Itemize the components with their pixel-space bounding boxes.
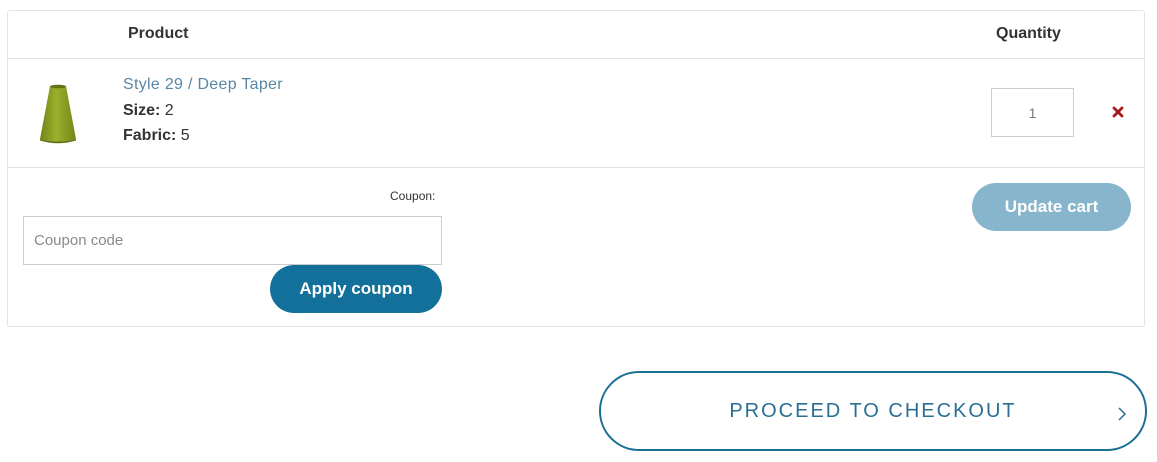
cart-actions-row: Coupon: Apply coupon Update cart <box>8 168 1144 328</box>
fabric-label: Fabric: <box>123 127 177 144</box>
coupon-code-input[interactable] <box>23 216 442 265</box>
cart-header-row: Product Quantity <box>8 11 1144 59</box>
cart-item-row: Style 29 / Deep Taper Size: 2 Fabric: 5 <box>8 59 1144 168</box>
fabric-value: 5 <box>180 127 190 144</box>
quantity-column-header: Quantity <box>996 25 1061 42</box>
chevron-right-icon <box>1118 407 1127 421</box>
apply-coupon-button[interactable]: Apply coupon <box>270 265 442 313</box>
checkout-label: PROCEED TO CHECKOUT <box>729 400 1017 422</box>
lampshade-thumbnail[interactable] <box>34 83 82 147</box>
size-label: Size: <box>123 102 161 119</box>
update-cart-button[interactable]: Update cart <box>972 183 1131 231</box>
product-column-header: Product <box>128 25 189 42</box>
quantity-input[interactable] <box>991 88 1074 137</box>
size-attribute: Size: 2 <box>123 102 174 120</box>
product-name-link[interactable]: Style 29 / Deep Taper <box>123 76 283 94</box>
coupon-label: Coupon: <box>390 189 436 203</box>
proceed-to-checkout-button[interactable]: PROCEED TO CHECKOUT <box>599 371 1147 451</box>
cart-table: Product Quantity Style 29 / Deep Taper S… <box>7 10 1145 327</box>
close-icon[interactable] <box>1110 104 1126 120</box>
fabric-attribute: Fabric: 5 <box>123 127 190 145</box>
size-value: 2 <box>164 102 174 119</box>
